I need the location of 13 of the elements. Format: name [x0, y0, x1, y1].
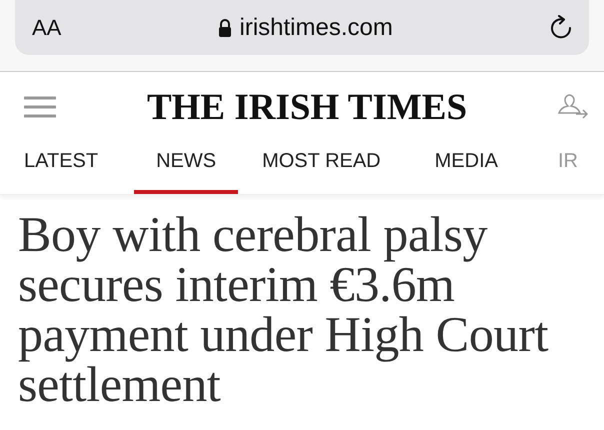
headline: Boy with cerebral palsy secures interim €3.6m payment under High Court settlement: [18, 209, 550, 409]
logo[interactable]: THE IRISH TIMES: [146, 86, 468, 128]
text-size-button[interactable]: AA: [32, 14, 62, 40]
reload-icon[interactable]: [549, 14, 573, 40]
nav-tab[interactable]: NEWS: [134, 142, 238, 194]
menu-icon[interactable]: [24, 96, 56, 118]
user-login-icon[interactable]: [558, 93, 588, 121]
nav-tab[interactable]: MOST READ: [262, 142, 381, 194]
nav-tab[interactable]: LATEST: [24, 142, 98, 194]
nav-tab[interactable]: MEDIA: [434, 142, 498, 194]
url-text: irishtimes.com: [240, 14, 393, 42]
lock-icon: [218, 18, 232, 36]
address-bar[interactable]: AA irishtimes.com: [15, 0, 589, 55]
